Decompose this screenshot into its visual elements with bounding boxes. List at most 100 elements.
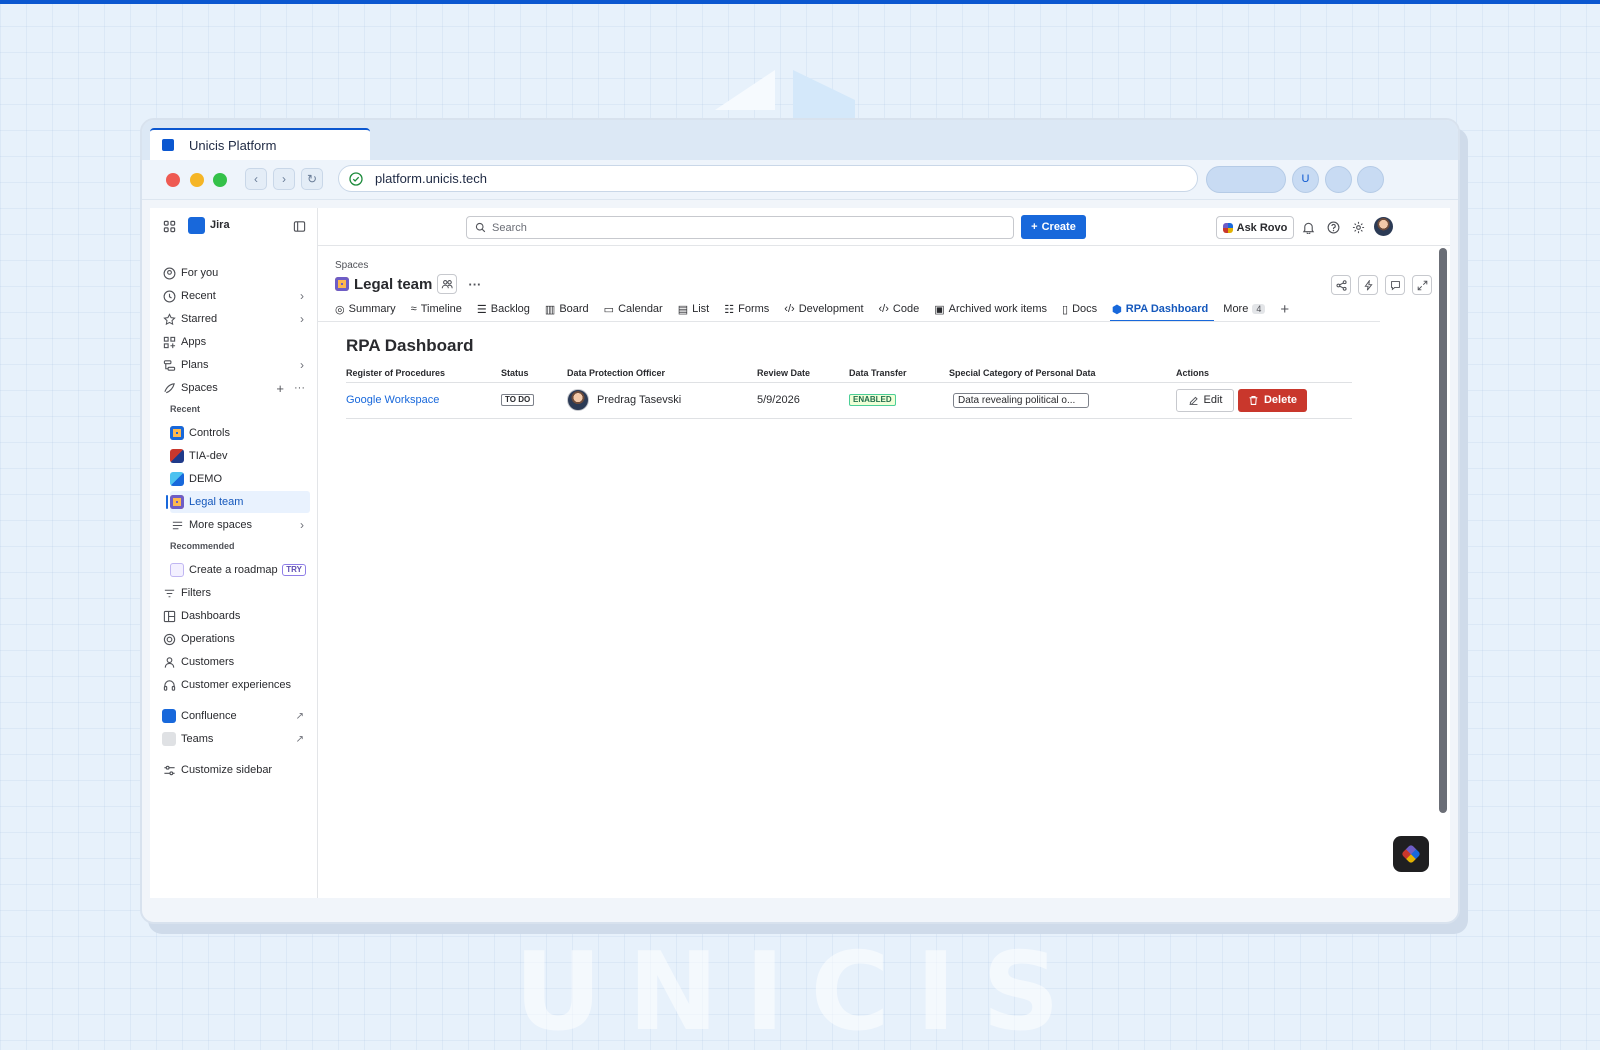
space-item-demo[interactable]: DEMO	[170, 468, 310, 490]
tab-code[interactable]: ‹/› Code	[879, 298, 920, 320]
sidebar-item-recent[interactable]: Recent ›	[162, 285, 310, 307]
extension-button[interactable]	[1325, 166, 1352, 193]
create-button[interactable]: + Create	[1021, 215, 1086, 239]
space-item-tia-dev[interactable]: TIA-dev	[170, 445, 310, 467]
forward-arrow-icon[interactable]: ›	[273, 168, 295, 190]
toolbar-pill-button[interactable]	[1206, 166, 1286, 193]
edit-pencil-icon	[1189, 396, 1198, 405]
app-name: Jira	[210, 219, 230, 231]
recent-section-heading: Recent	[170, 404, 201, 414]
collapse-sidebar-icon[interactable]	[292, 219, 306, 233]
sidebar-item-apps[interactable]: Apps	[162, 331, 310, 353]
page-title: Legal team	[354, 275, 433, 293]
chevron-right-icon: ›	[300, 289, 304, 303]
maximize-window-dot[interactable]	[213, 173, 227, 187]
forms-icon: ☷	[724, 303, 735, 316]
ask-rovo-button[interactable]: Ask Rovo	[1216, 216, 1294, 239]
procedure-link[interactable]: Google Workspace	[346, 388, 439, 412]
edit-button[interactable]: Edit	[1176, 388, 1234, 412]
sidebar-item-label: Recent	[181, 290, 216, 302]
tab-rpa-dashboard[interactable]: ⬢ RPA Dashboard	[1110, 298, 1215, 322]
sidebar-item-filters[interactable]: Filters	[162, 582, 310, 604]
recommended-section-heading: Recommended	[170, 541, 235, 551]
minimize-window-dot[interactable]	[190, 173, 204, 187]
column-header: Special Category of Personal Data	[949, 368, 1096, 378]
app-switcher-icon[interactable]	[162, 219, 176, 233]
sidebar-item-customer-experiences[interactable]: Customer experiences	[162, 674, 310, 696]
tab-label: Calendar	[618, 303, 663, 315]
help-icon[interactable]	[1325, 219, 1341, 235]
vertical-scrollbar[interactable]	[1439, 248, 1447, 813]
tab-development[interactable]: ‹/› Development	[784, 298, 863, 320]
menu-button[interactable]	[1357, 166, 1384, 193]
sidebar-item-label: Starred	[181, 313, 218, 325]
sidebar-item-customize[interactable]: Customize sidebar	[162, 759, 310, 781]
tab-docs[interactable]: ▯ Docs	[1062, 298, 1097, 320]
fullscreen-icon[interactable]	[1412, 275, 1432, 295]
column-header: Data Protection Officer	[567, 368, 666, 378]
sidebar: Jira For you Recent › Starred › Apps Pla…	[150, 208, 318, 898]
feedback-icon[interactable]	[1385, 275, 1405, 295]
sidebar-item-operations[interactable]: Operations	[162, 628, 310, 650]
tab-board[interactable]: ▥ Board	[545, 298, 589, 320]
tab-title: Unicis Platform	[189, 137, 277, 153]
tab-archived-work-items[interactable]: ▣ Archived work items	[934, 298, 1047, 320]
reload-icon[interactable]: ↻	[301, 168, 323, 190]
list-icon: ▤	[677, 303, 689, 316]
notifications-bell-icon[interactable]	[1300, 219, 1316, 235]
search-input[interactable]: Search	[466, 216, 1014, 239]
sidebar-item-dashboards[interactable]: Dashboards	[162, 605, 310, 627]
roadmap-icon	[170, 563, 184, 577]
tab-summary[interactable]: ◎ Summary	[335, 298, 396, 320]
url-bar[interactable]: platform.unicis.tech	[338, 165, 1198, 192]
sidebar-item-label: Filters	[181, 587, 211, 599]
space-item-legal-team[interactable]: Legal team	[166, 491, 310, 513]
profile-avatar[interactable]: U	[1292, 166, 1319, 193]
user-circle-icon	[162, 266, 176, 280]
add-tab-plus-icon[interactable]: +	[1280, 298, 1289, 320]
sidebar-item-spaces[interactable]: Spaces + ···	[162, 377, 310, 399]
add-space-icon[interactable]: +	[276, 381, 284, 396]
tab-timeline[interactable]: ≈ Timeline	[411, 298, 462, 320]
confluence-logo-icon	[162, 709, 176, 723]
more-actions-icon[interactable]: ···	[468, 277, 481, 292]
sidebar-item-for-you[interactable]: For you	[162, 262, 310, 284]
share-icon[interactable]	[1331, 275, 1351, 295]
space-item-controls[interactable]: Controls	[170, 422, 310, 444]
tab-list[interactable]: ▤ List	[678, 298, 710, 320]
user-avatar[interactable]	[1374, 217, 1393, 236]
more-options-icon[interactable]: ···	[294, 382, 305, 394]
apps-icon	[162, 335, 176, 349]
sidebar-item-starred[interactable]: Starred ›	[162, 308, 310, 330]
back-arrow-icon[interactable]: ‹	[245, 168, 267, 190]
tab-forms[interactable]: ☷ Forms	[724, 298, 769, 320]
top-navigation: Search + Create Ask Rovo	[318, 208, 1450, 246]
officer-name: Predrag Tasevski	[597, 394, 682, 406]
sidebar-item-confluence[interactable]: Confluence ↗	[162, 705, 310, 727]
sidebar-item-customers[interactable]: Customers	[162, 651, 310, 673]
tab-more[interactable]: More 4	[1223, 298, 1266, 320]
sidebar-item-teams[interactable]: Teams ↗	[162, 728, 310, 750]
sidebar-item-create-roadmap[interactable]: Create a roadmap TRY	[170, 559, 310, 581]
sidebar-item-more-spaces[interactable]: More spaces ›	[170, 514, 310, 536]
tab-calendar[interactable]: ▭ Calendar	[604, 298, 663, 320]
tab-label: List	[692, 303, 710, 315]
automation-lightning-icon[interactable]	[1358, 275, 1378, 295]
sidebar-item-plans[interactable]: Plans ›	[162, 354, 310, 376]
breadcrumb[interactable]: Spaces	[335, 260, 368, 271]
legal-team-space-icon	[170, 495, 184, 509]
rovo-chat-button[interactable]	[1393, 836, 1429, 872]
sidebar-item-label: Plans	[181, 359, 209, 371]
transfer-badge: ENABLED	[849, 394, 896, 406]
tab-backlog[interactable]: ☰ Backlog	[477, 298, 530, 320]
delete-button[interactable]: Delete	[1238, 388, 1307, 412]
team-members-icon[interactable]	[437, 274, 458, 294]
close-window-dot[interactable]	[166, 173, 180, 187]
page-actions	[1331, 275, 1432, 295]
sidebar-item-label: Customer experiences	[181, 679, 292, 691]
browser-tab[interactable]: Unicis Platform	[150, 128, 370, 160]
external-link-icon: ↗	[295, 710, 304, 722]
column-header: Register of Procedures	[346, 368, 446, 378]
status-badge: TO DO	[501, 394, 535, 406]
settings-gear-icon[interactable]	[1350, 219, 1366, 235]
